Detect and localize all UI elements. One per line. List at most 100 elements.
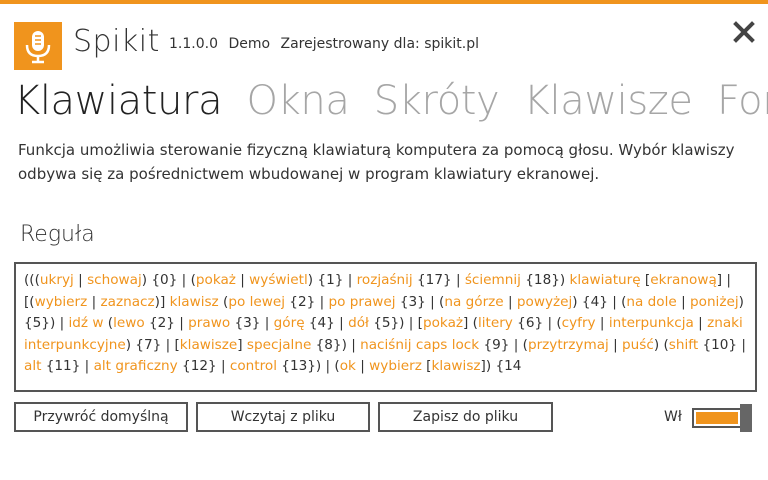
load-from-file-button[interactable]: Wczytaj z pliku: [196, 402, 370, 432]
toggle-knob[interactable]: [740, 404, 752, 432]
rule-section-title: Reguła: [20, 222, 95, 247]
rule-keyword: zaznacz: [100, 293, 155, 310]
rule-keyword: specjalne: [246, 336, 312, 353]
tab-klawiatura[interactable]: Klawiatura: [14, 78, 223, 124]
rule-syntax: {2} |: [284, 293, 329, 310]
rule-keyword: naciśnij caps lock: [360, 336, 480, 353]
rule-keyword: po lewej: [228, 293, 285, 310]
rule-keyword: litery: [477, 315, 513, 332]
rule-keyword: górę: [273, 315, 305, 332]
rule-syntax: (((: [24, 272, 40, 288]
rule-syntax: (: [218, 293, 229, 310]
app-registration: Zarejestrowany dla: spikit.pl: [280, 36, 479, 52]
rule-keyword: puść: [622, 336, 654, 353]
enable-toggle[interactable]: [692, 404, 754, 432]
save-to-file-button[interactable]: Zapisz do pliku: [378, 402, 553, 432]
rule-keyword: po prawej: [328, 293, 396, 310]
rule-syntax: |: [73, 272, 88, 288]
rule-keyword: cyfry: [561, 315, 596, 332]
rule-syntax: {6} | (: [512, 315, 562, 332]
rule-keyword: klawisz: [169, 293, 219, 310]
rule-keyword: na górze: [444, 293, 504, 310]
rule-syntax: {8}) |: [311, 336, 361, 353]
rule-keyword: ściemnij: [464, 272, 521, 288]
rule-syntax: ] (: [463, 315, 478, 332]
rule-keyword: interpunkcja: [608, 315, 694, 332]
rule-syntax: {18}): [520, 272, 570, 288]
rule-keyword: powyżej: [516, 293, 573, 310]
rule-keyword: dół: [348, 315, 369, 332]
rule-keyword: wybierz: [369, 358, 422, 375]
tab-skroty[interactable]: Skróty: [374, 78, 500, 124]
app-name: Spikit: [73, 24, 160, 59]
rule-keyword: na dole: [626, 293, 677, 310]
tab-okna[interactable]: Okna: [247, 78, 350, 124]
rule-syntax: |: [503, 293, 517, 310]
rule-keyword: alt graficzny: [93, 358, 178, 375]
rule-syntax: |: [676, 293, 690, 310]
rule-keyword: wyświetl: [249, 272, 308, 288]
rule-editor[interactable]: (((ukryj | schowaj) {0} | (pokaż | wyświ…: [14, 262, 757, 392]
app-version: 1.1.0.0: [169, 36, 218, 52]
app-edition: Demo: [228, 36, 271, 52]
rule-keyword: rozjaśnij: [356, 272, 413, 288]
rule-syntax: |: [608, 336, 623, 353]
rule-keyword: wybierz: [34, 293, 88, 310]
rule-keyword: shift: [668, 336, 699, 353]
rule-syntax: ]: [237, 336, 247, 353]
rule-keyword: klawisz: [431, 358, 481, 375]
rule-syntax: {3} |: [230, 315, 274, 332]
rule-syntax: ) {1} |: [307, 272, 357, 288]
rule-syntax: ) {0} | (: [141, 272, 196, 288]
close-icon[interactable]: [730, 18, 758, 46]
rule-keyword: alt: [24, 358, 42, 375]
rule-keyword: prawo: [188, 315, 231, 332]
rule-syntax: |: [235, 272, 250, 288]
rule-syntax: {3} | (: [395, 293, 445, 310]
rule-syntax: ) {4} | (: [572, 293, 627, 310]
rule-keyword: pokaż: [195, 272, 236, 288]
rule-keyword: lewo: [113, 315, 145, 332]
rule-syntax: |: [355, 358, 370, 375]
rule-keyword: poniżej: [690, 293, 739, 310]
rule-syntax: [: [421, 358, 432, 375]
rule-syntax: ) {7} | [: [125, 336, 180, 353]
tab-form[interactable]: Form: [717, 78, 768, 124]
feature-description: Funkcja umożliwia sterowanie fizyczną kl…: [18, 141, 735, 183]
rule-keyword: klawisze: [179, 336, 238, 353]
rule-syntax: ) (: [653, 336, 669, 353]
rule-syntax: |: [595, 315, 609, 332]
rule-keyword: przytrzymaj: [527, 336, 609, 353]
top-accent-strip: [0, 0, 768, 4]
rule-keyword: ok: [339, 358, 356, 375]
rule-keyword: idź w: [68, 315, 104, 332]
restore-default-button[interactable]: Przywróć domyślną: [14, 402, 188, 432]
rule-keyword: schowaj: [87, 272, 142, 288]
rule-syntax: {13}) | (: [276, 358, 340, 375]
rule-syntax: [: [640, 272, 651, 288]
toggle-fill: [696, 412, 738, 424]
rule-keyword: pokaż: [422, 315, 464, 332]
rule-syntax: {17} |: [412, 272, 465, 288]
rule-syntax: |: [87, 293, 101, 310]
rule-keyword: control: [229, 358, 277, 375]
rule-syntax: {12} |: [177, 358, 230, 375]
rule-syntax: {2} |: [144, 315, 189, 332]
microphone-icon: [14, 22, 62, 70]
rule-syntax: {9} | (: [479, 336, 528, 353]
rule-syntax: {11} |: [41, 358, 94, 375]
rule-keyword: ukryj: [39, 272, 74, 288]
rule-keyword: klawiaturę: [569, 272, 641, 288]
app-info: 1.1.0.0 Demo Zarejestrowany dla: spikit.…: [169, 36, 485, 52]
rule-syntax: ]) {14: [480, 358, 522, 375]
rule-syntax: (: [103, 315, 114, 332]
rule-syntax: {4} |: [304, 315, 349, 332]
rule-keyword: ekranową: [650, 272, 717, 288]
rule-syntax: {10} |: [698, 336, 746, 353]
toggle-label: Wł: [664, 409, 682, 425]
tab-klawisze[interactable]: Klawisze: [524, 78, 693, 124]
rule-syntax: )]: [154, 293, 170, 310]
rule-syntax: |: [693, 315, 708, 332]
rule-syntax: {5}) | [: [368, 315, 423, 332]
tab-bar: Klawiatura Okna Skróty Klawisze Form: [14, 78, 768, 130]
